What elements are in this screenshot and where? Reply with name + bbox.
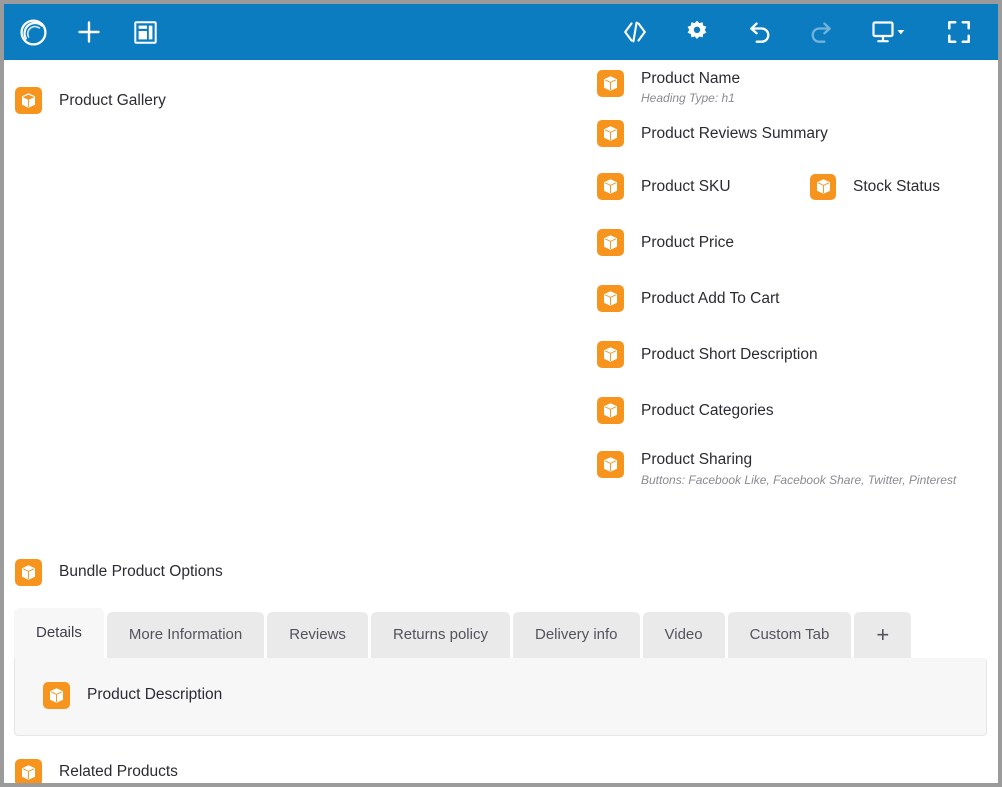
gear-icon[interactable] [682, 17, 712, 47]
widget-product-gallery[interactable]: Product Gallery [15, 70, 590, 114]
logo-ring-icon[interactable] [18, 17, 48, 47]
layout-panel-icon[interactable] [130, 17, 160, 47]
desktop-viewport-icon[interactable] [868, 17, 912, 47]
product-widget-icon [15, 87, 42, 114]
widget-label: Product Sharing [641, 451, 753, 469]
tab-label: Delivery info [534, 626, 618, 644]
undo-icon[interactable] [744, 17, 774, 47]
tab-returns-policy[interactable]: Returns policy [370, 611, 510, 658]
widget-stock-status[interactable]: Stock Status [810, 173, 998, 200]
widget-label: Product Gallery [59, 91, 166, 109]
tab-details[interactable]: Details [14, 607, 104, 658]
tab-delivery-info[interactable]: Delivery info [512, 611, 640, 658]
toolbar-left-group [18, 17, 160, 47]
tab-label: Details [36, 624, 82, 642]
widget-label: Product Categories [641, 401, 774, 419]
product-widget-icon [597, 397, 624, 425]
left-column: Product Gallery [4, 70, 590, 505]
product-widget-icon [597, 341, 624, 369]
product-widget-icon [597, 229, 624, 257]
bottom-widgets: Related Products Upsell Products [4, 758, 998, 783]
widget-label: Product Name [641, 70, 741, 87]
widget-row-sku-stock: Product SKU Stock Status [597, 173, 998, 201]
tab-panel-details: Product Description [14, 657, 987, 736]
tab-label: More Information [128, 626, 243, 644]
product-widget-icon [597, 451, 624, 479]
product-widget-icon [597, 285, 624, 313]
widget-label: Bundle Product Options [59, 563, 223, 581]
add-icon[interactable] [74, 17, 104, 47]
right-column: Product Name Heading Type: h1 Product Re… [590, 70, 998, 505]
product-widget-icon [597, 173, 624, 201]
widget-label: Product Short Description [641, 345, 818, 363]
widget-product-sharing[interactable]: Product Sharing Buttons: Facebook Like, … [597, 451, 998, 487]
tabs-strip: Details More Information Reviews Returns… [14, 607, 987, 658]
product-top-region: Product Gallery Product Name Heading Typ… [4, 60, 998, 505]
product-widget-icon [597, 120, 624, 148]
redo-icon[interactable] [806, 17, 836, 47]
product-tabs-widget: Details More Information Reviews Returns… [4, 607, 998, 736]
widget-related-products[interactable]: Related Products [15, 758, 998, 783]
top-toolbar [4, 4, 998, 60]
product-widget-icon [810, 173, 836, 200]
widget-label: Product SKU [641, 177, 731, 195]
fullscreen-icon[interactable] [944, 17, 974, 47]
widget-product-reviews-summary[interactable]: Product Reviews Summary [597, 120, 998, 148]
tab-video[interactable]: Video [642, 611, 725, 658]
widget-sublabel: Heading Type: h1 [641, 91, 735, 106]
builder-canvas: Product Gallery Product Name Heading Typ… [4, 60, 998, 783]
tab-more-information[interactable]: More Information [106, 611, 265, 658]
widget-product-name[interactable]: Product Name Heading Type: h1 [597, 70, 998, 105]
widget-product-short-description[interactable]: Product Short Description [597, 341, 998, 369]
tab-custom-tab[interactable]: Custom Tab [727, 611, 852, 658]
widget-product-add-to-cart[interactable]: Product Add To Cart [597, 285, 998, 313]
page-builder-window: Product Gallery Product Name Heading Typ… [0, 0, 1002, 787]
tab-label: Returns policy [392, 626, 488, 644]
tab-label: Video [664, 626, 703, 644]
widget-label: Product Add To Cart [641, 289, 780, 307]
product-widget-icon [43, 681, 70, 709]
widget-product-categories[interactable]: Product Categories [597, 397, 998, 425]
widget-label: Product Description [87, 686, 223, 704]
tab-label: Reviews [289, 626, 346, 644]
widget-product-sku[interactable]: Product SKU [597, 173, 810, 201]
tab-label: Custom Tab [749, 626, 830, 644]
code-icon[interactable] [620, 17, 650, 47]
widget-label: Product Reviews Summary [641, 124, 828, 142]
widget-product-description[interactable]: Product Description [43, 681, 986, 709]
widget-sublabel: Buttons: Facebook Like, Facebook Share, … [641, 472, 957, 487]
add-tab-button[interactable]: + [854, 611, 912, 658]
toolbar-right-group [620, 17, 980, 47]
product-widget-icon [597, 70, 624, 97]
widget-label: Related Products [59, 763, 178, 781]
product-widget-icon [15, 558, 42, 586]
widget-label: Stock Status [853, 177, 941, 195]
tab-reviews[interactable]: Reviews [267, 611, 368, 658]
widget-label: Product Price [641, 233, 735, 251]
widget-bundle-product-options[interactable]: Bundle Product Options [4, 558, 998, 586]
add-tab-label: + [876, 621, 890, 647]
widget-product-price[interactable]: Product Price [597, 229, 998, 257]
product-widget-icon [15, 758, 42, 783]
